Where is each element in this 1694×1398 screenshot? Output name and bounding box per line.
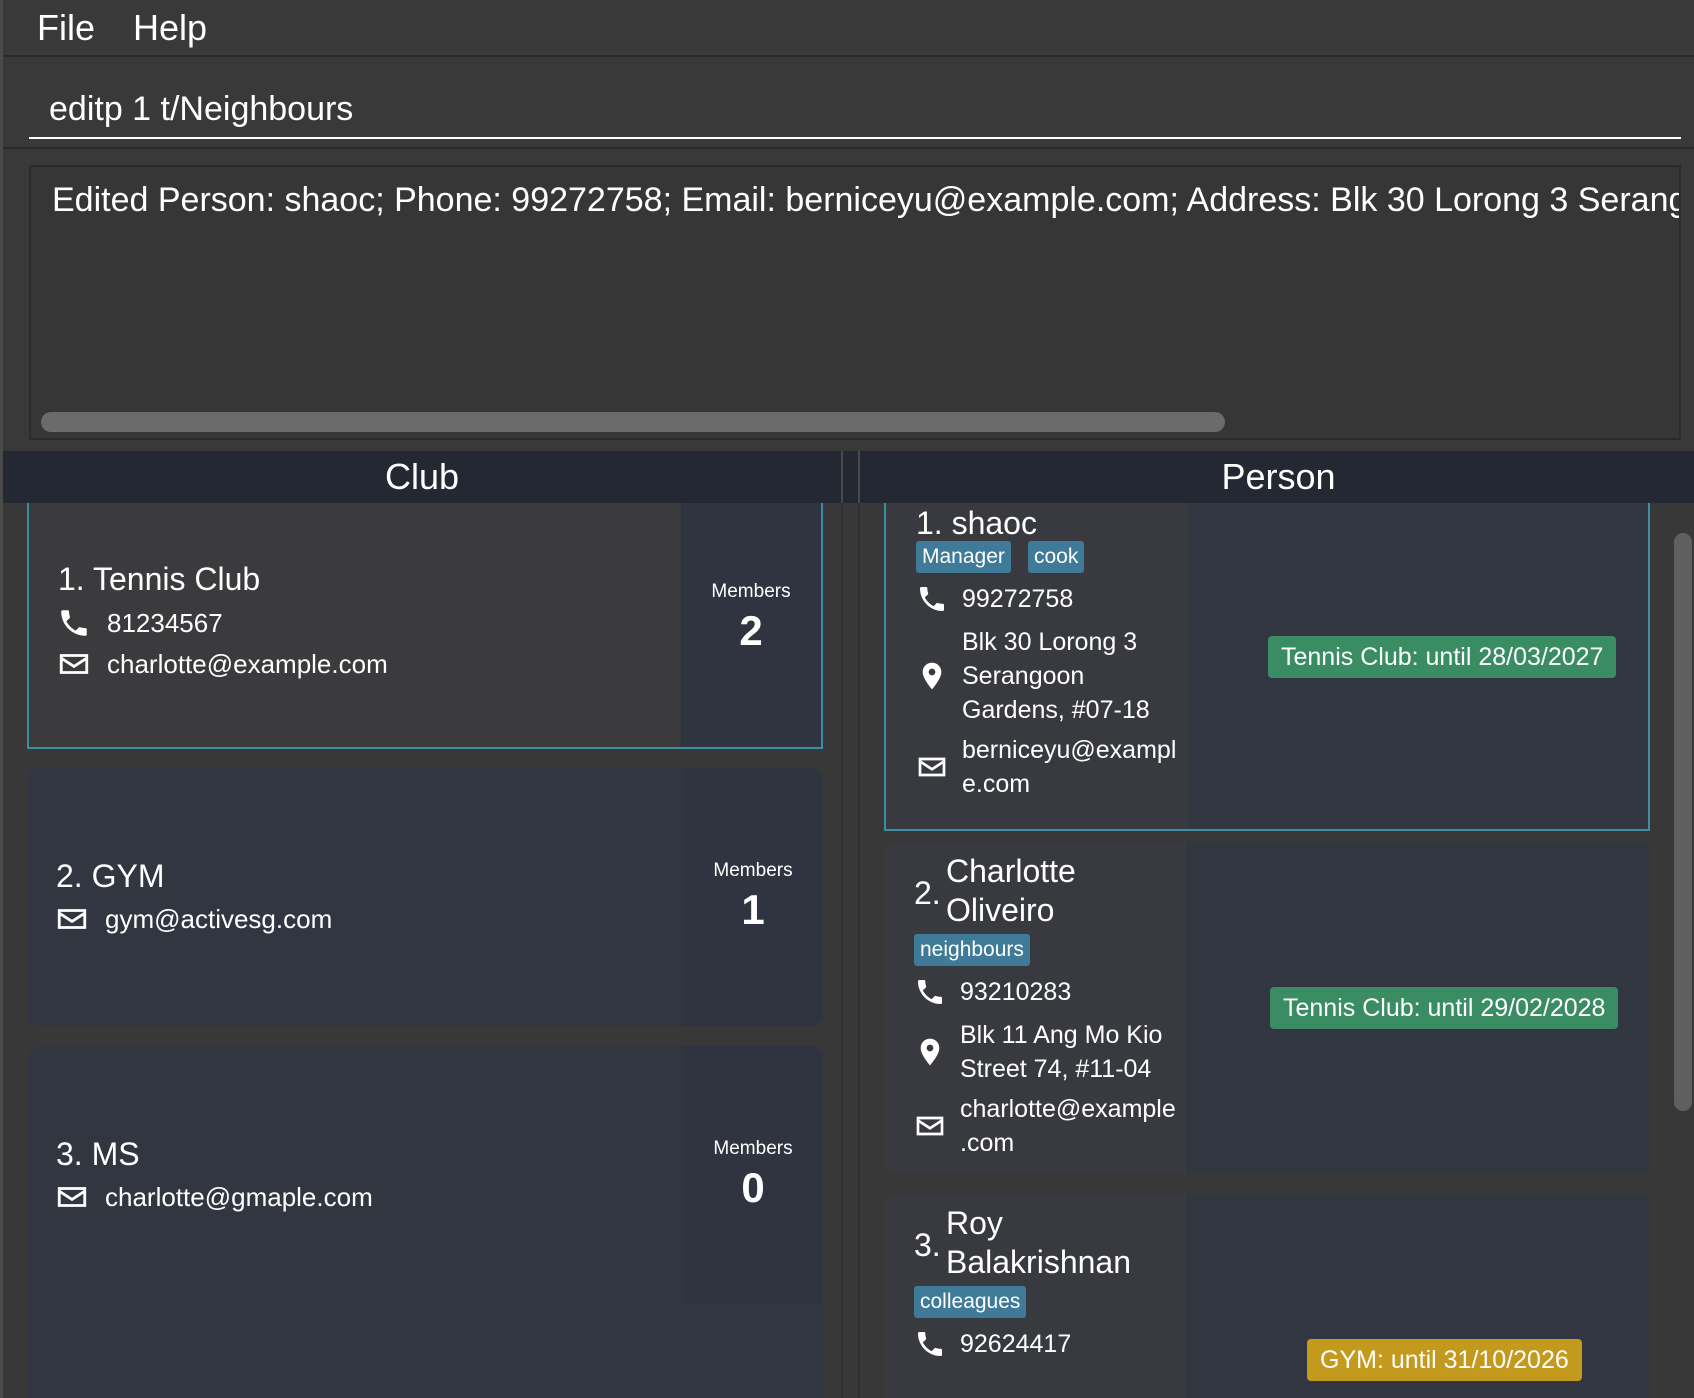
person-email-line: e.com	[962, 770, 1031, 798]
person-name: Roy Balakrishnan	[946, 1204, 1131, 1282]
members-label: Members	[713, 1138, 793, 1159]
membership-badge: Tennis Club: until 29/02/2028	[1270, 987, 1619, 1029]
person-tag: colleagues	[914, 1286, 1027, 1318]
app-window: File Help Edited Person: shaoc; Phone: 9…	[0, 0, 1694, 1398]
person-email-row: charlotte@example .com	[914, 1092, 1176, 1160]
phone-icon	[61, 610, 87, 636]
club-name: 2. GYM	[56, 858, 165, 894]
person-phone: 92624417	[960, 1330, 1072, 1358]
person-index: 3.	[914, 1227, 941, 1263]
command-input[interactable]	[29, 59, 1681, 139]
person-address-row: Blk 30 Lorong 3 Serangoon Gardens, #07-1…	[916, 625, 1150, 727]
person-email-line: berniceyu@exampl	[962, 736, 1177, 764]
vertical-scrollbar[interactable]	[1657, 503, 1694, 1398]
person-phone-row: 92624417	[914, 1327, 1071, 1361]
envelope-icon	[57, 1187, 87, 1207]
person-address-line: Blk 30 Lorong 3	[962, 628, 1138, 656]
phone-icon	[918, 1332, 942, 1356]
phone-icon	[918, 980, 942, 1004]
person-tag: Manager	[916, 541, 1011, 573]
club-email: gym@activesg.com	[105, 903, 333, 934]
person-name-line: Oliveiro	[946, 892, 1055, 928]
members-box: Members 0	[683, 1046, 823, 1304]
map-pin-icon	[922, 662, 942, 690]
members-count: 1	[741, 886, 765, 933]
person-tag: cook	[1028, 541, 1085, 573]
person-address-row: Blk 11 Ang Mo Kio Street 74, #11-04	[914, 1018, 1162, 1086]
club-card[interactable]: 1. Tennis Club 81234567 charlotte@exampl…	[27, 503, 823, 749]
person-tag: neighbours	[914, 934, 1030, 966]
person-address-line: Gardens, #07-18	[962, 696, 1150, 724]
person-name-line: Roy	[946, 1205, 1003, 1241]
person-email-line: charlotte@example	[960, 1095, 1176, 1123]
result-display-area: Edited Person: shaoc; Phone: 99272758; E…	[3, 151, 1694, 448]
result-text: Edited Person: shaoc; Phone: 99272758; E…	[52, 181, 1679, 219]
members-label: Members	[711, 581, 791, 602]
person-address-line: Blk 11 Ang Mo Kio	[960, 1021, 1163, 1049]
club-panel-title: Club	[3, 451, 841, 503]
club-email-row: charlotte@example.com	[57, 647, 388, 681]
phone-icon	[920, 587, 944, 611]
envelope-icon	[916, 1116, 944, 1136]
horizontal-scrollbar[interactable]	[41, 412, 1225, 432]
vertical-scrollbar-thumb[interactable]	[1674, 533, 1692, 1111]
members-count: 2	[739, 607, 763, 654]
panel-divider	[841, 503, 860, 1398]
person-card[interactable]: 2. Charlotte Oliveiro neighbours 9321028…	[884, 842, 1650, 1174]
person-card[interactable]: 3. Roy Balakrishnan colleagues 92624417 …	[884, 1194, 1650, 1398]
person-name-line: Balakrishnan	[946, 1244, 1131, 1280]
club-email: charlotte@example.com	[107, 648, 388, 679]
club-phone: 81234567	[107, 607, 223, 638]
envelope-icon	[57, 909, 87, 929]
person-email-row: berniceyu@exampl e.com	[916, 733, 1176, 801]
person-list: 1. shaoc Manager cook 99272758 Blk 30 Lo…	[860, 503, 1694, 1398]
club-card[interactable]: 2. GYM gym@activesg.com Members 1	[27, 768, 823, 1026]
person-address-line: Serangoon	[962, 662, 1085, 690]
club-list: 1. Tennis Club 81234567 charlotte@exampl…	[3, 503, 841, 1398]
command-box	[3, 59, 1694, 149]
person-phone-row: 99272758	[916, 582, 1073, 616]
person-card[interactable]: 1. shaoc Manager cook 99272758 Blk 30 Lo…	[884, 503, 1650, 831]
membership-badge: GYM: until 31/10/2026	[1307, 1339, 1582, 1381]
club-card[interactable]: 3. MS charlotte@gmaple.com Members 0	[27, 1046, 823, 1398]
person-phone: 93210283	[960, 978, 1072, 1006]
members-count: 0	[741, 1164, 765, 1211]
person-index: 2.	[914, 875, 941, 911]
person-panel-title: Person	[860, 451, 1694, 503]
club-name: 3. MS	[56, 1136, 140, 1172]
menu-bar: File Help	[3, 0, 1694, 57]
club-email-row: gym@activesg.com	[55, 902, 332, 936]
envelope-icon	[59, 654, 89, 674]
person-phone: 99272758	[962, 585, 1074, 613]
result-display[interactable]: Edited Person: shaoc; Phone: 99272758; E…	[29, 165, 1681, 440]
menu-help[interactable]: Help	[133, 7, 207, 49]
map-pin-icon	[920, 1038, 940, 1066]
person-address-line: Street 74, #11-04	[960, 1055, 1152, 1083]
members-label: Members	[713, 860, 793, 881]
split-divider[interactable]	[841, 451, 860, 503]
envelope-icon	[918, 757, 946, 777]
menu-file[interactable]: File	[37, 7, 95, 49]
club-phone-row: 81234567	[57, 606, 223, 640]
person-phone-row: 93210283	[914, 975, 1071, 1009]
person-name: Charlotte Oliveiro	[946, 852, 1076, 930]
club-email: charlotte@gmaple.com	[105, 1181, 373, 1212]
members-box: Members 1	[683, 768, 823, 1026]
membership-badge: Tennis Club: until 28/03/2027	[1268, 636, 1617, 678]
club-email-row: charlotte@gmaple.com	[55, 1180, 373, 1214]
person-email-line: .com	[960, 1129, 1015, 1157]
members-box: Members 2	[681, 503, 821, 747]
person-name: 1. shaoc	[916, 505, 1037, 541]
club-name: 1. Tennis Club	[58, 561, 261, 597]
person-name-line: Charlotte	[946, 853, 1076, 889]
